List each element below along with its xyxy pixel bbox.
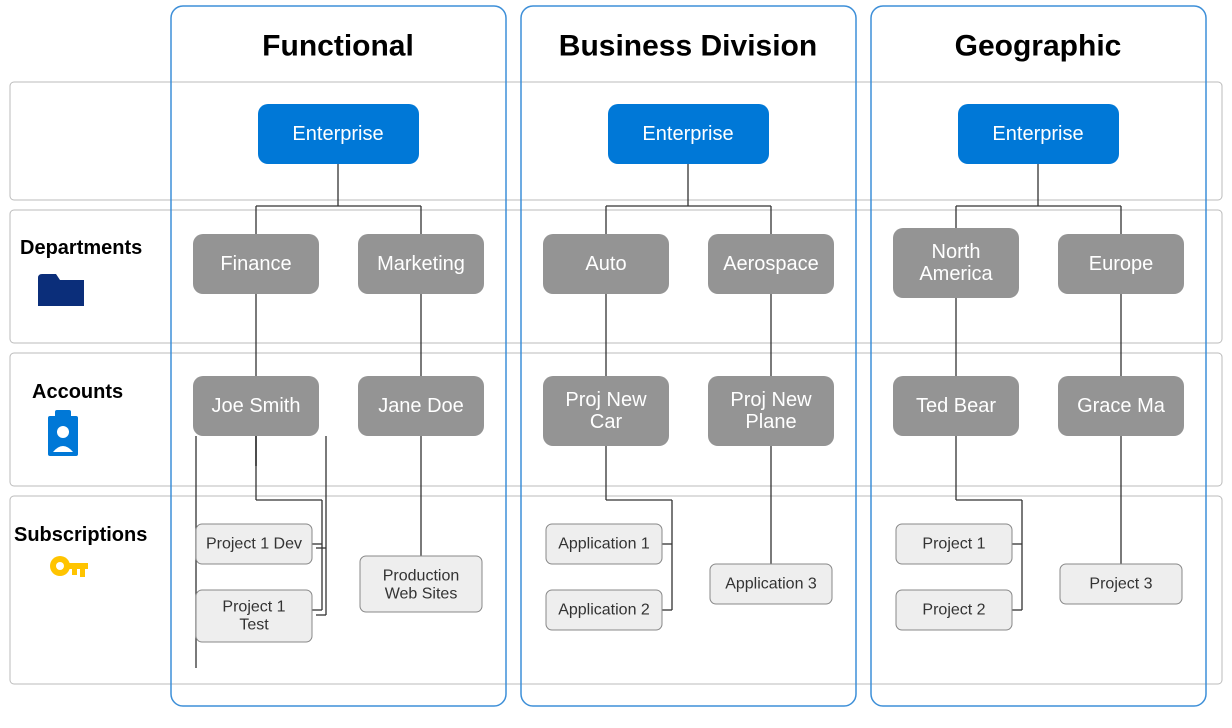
badge-icon: [48, 410, 78, 456]
svg-text:Finance: Finance: [220, 253, 291, 275]
svg-text:Auto: Auto: [585, 253, 626, 275]
folder-icon: [38, 274, 84, 306]
svg-text:Proj New: Proj New: [730, 389, 812, 411]
svg-text:Project 1: Project 1: [222, 599, 285, 616]
svg-text:North: North: [932, 241, 981, 263]
connector-ent-depts-geo: [956, 164, 1121, 234]
connector-depts-accts-biz: [606, 294, 771, 376]
enterprise-label-geographic: Enterprise: [992, 123, 1083, 145]
enterprise-label-business: Enterprise: [642, 123, 733, 145]
connector-depts-accts-func: [256, 294, 421, 376]
svg-text:America: America: [919, 263, 993, 285]
svg-text:Application 3: Application 3: [725, 576, 817, 593]
connector-depts-accts-geo: [956, 294, 1121, 376]
svg-text:Test: Test: [239, 617, 269, 634]
svg-text:Web Sites: Web Sites: [385, 586, 458, 603]
svg-text:Joe Smith: Joe Smith: [212, 395, 301, 417]
column-title-geographic: Geographic: [955, 30, 1122, 63]
svg-text:Application 1: Application 1: [558, 536, 650, 553]
svg-text:Plane: Plane: [745, 411, 796, 433]
svg-text:Application 2: Application 2: [558, 602, 650, 619]
svg-text:Ted Bear: Ted Bear: [916, 395, 996, 417]
connector-ent-depts-func: [256, 164, 421, 234]
svg-text:Proj New: Proj New: [565, 389, 647, 411]
column-title-business: Business Division: [559, 30, 817, 63]
svg-text:Car: Car: [590, 411, 623, 433]
connector-ent-depts-biz: [606, 164, 771, 234]
svg-text:Production: Production: [383, 568, 460, 585]
enterprise-label-functional: Enterprise: [292, 123, 383, 145]
diagram-svg: Functional Business Division Geographic …: [0, 0, 1232, 728]
diagram-root: { "columns": [ { "title": "Functional" }…: [0, 0, 1232, 728]
svg-text:Europe: Europe: [1089, 253, 1154, 275]
svg-text:Marketing: Marketing: [377, 253, 465, 275]
svg-text:Jane Doe: Jane Doe: [378, 395, 464, 417]
column-title-functional: Functional: [262, 30, 414, 63]
svg-text:Project 3: Project 3: [1089, 576, 1152, 593]
svg-text:Project 1 Dev: Project 1 Dev: [206, 536, 302, 553]
svg-text:Project 2: Project 2: [922, 602, 985, 619]
svg-text:Grace Ma: Grace Ma: [1077, 395, 1166, 417]
row-label-accounts: Accounts: [32, 381, 123, 403]
row-label-subscriptions: Subscriptions: [14, 524, 147, 546]
svg-text:Project 1: Project 1: [922, 536, 985, 553]
func-sub-connectors: [316, 436, 326, 615]
svg-text:Aerospace: Aerospace: [723, 253, 819, 275]
key-icon: [50, 556, 88, 577]
row-label-departments: Departments: [20, 237, 142, 259]
